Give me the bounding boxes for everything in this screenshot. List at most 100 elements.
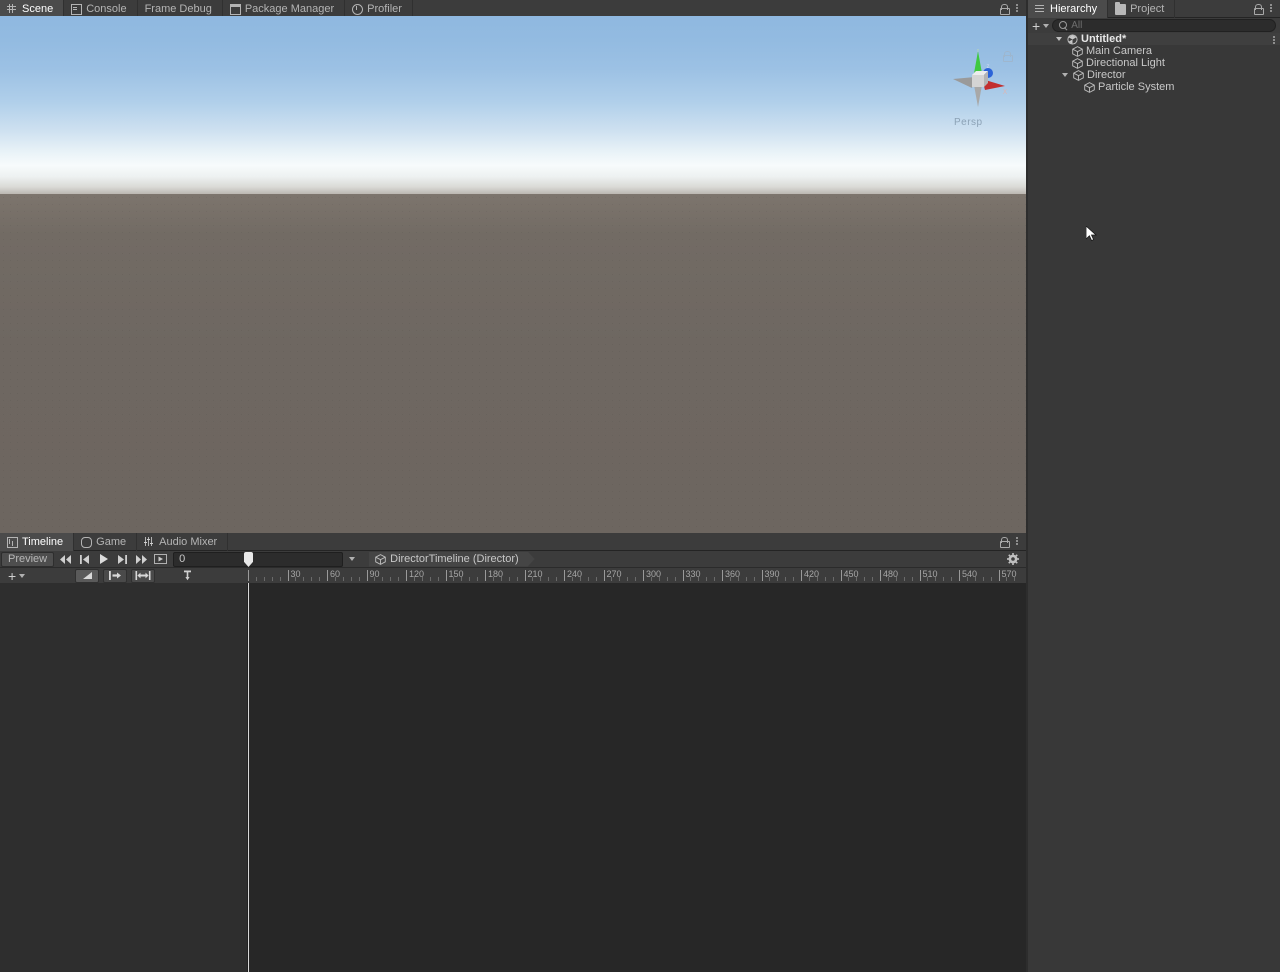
ruler-major-tick <box>959 570 960 581</box>
ruler-minor-tick <box>935 577 937 581</box>
hierarchy-search-field[interactable]: All <box>1052 19 1276 32</box>
ruler-minor-tick <box>864 577 866 581</box>
ruler-minor-tick <box>587 577 589 581</box>
hierarchy-row-director[interactable]: Director <box>1028 69 1280 81</box>
search-icon <box>1059 21 1068 30</box>
lock-icon[interactable] <box>1254 4 1264 15</box>
hierarchy-tree[interactable]: Untitled* Main Camera Directional Light <box>1028 33 1280 972</box>
hierarchy-row-label: Director <box>1087 69 1126 81</box>
go-to-start-button[interactable] <box>56 552 75 567</box>
create-object-label[interactable]: + <box>1032 19 1040 33</box>
package-icon <box>229 3 241 15</box>
ruler-minor-tick <box>785 577 787 581</box>
chevron-down-icon[interactable] <box>1043 23 1050 28</box>
ruler-minor-tick <box>903 577 905 581</box>
ripple-mode-button[interactable] <box>103 568 128 583</box>
ruler-minor-tick <box>848 577 850 581</box>
hierarchy-row-main-camera[interactable]: Main Camera <box>1028 45 1280 57</box>
ruler-minor-tick <box>492 577 494 581</box>
tab-game[interactable]: Game <box>74 533 138 551</box>
timeline-breadcrumb[interactable]: DirectorTimeline (Director) <box>369 552 535 567</box>
scene-viewport[interactable]: Y X z Persp <box>0 16 1026 533</box>
ruler-minor-tick <box>263 577 265 581</box>
tab-project[interactable]: Project <box>1108 0 1176 18</box>
tab-label: Scene <box>22 3 54 15</box>
frame-units-dropdown[interactable] <box>343 552 361 567</box>
mix-mode-button[interactable] <box>75 568 100 583</box>
timeline-track-area[interactable] <box>248 583 1026 972</box>
gizmo-lock-icon[interactable] <box>1003 51 1013 62</box>
ruler-minor-tick <box>627 577 629 581</box>
preview-button[interactable]: Preview <box>1 551 55 567</box>
play-button[interactable] <box>94 552 113 567</box>
kebab-menu-icon[interactable] <box>1270 3 1273 14</box>
expand-toggle[interactable] <box>1060 73 1070 77</box>
gameobject-icon <box>1073 69 1084 81</box>
tab-audio-mixer[interactable]: Audio Mixer <box>137 533 229 551</box>
timeline-body <box>0 583 1026 972</box>
ruler-minor-tick <box>540 577 542 581</box>
replace-mode-button[interactable] <box>131 568 156 583</box>
ruler-minor-tick <box>911 577 913 581</box>
timeline-track-headers[interactable] <box>0 583 248 972</box>
ruler-major-tick <box>998 570 1000 581</box>
tab-label: Console <box>86 3 127 15</box>
sky-gradient <box>0 16 1026 194</box>
ruler-major-tick <box>248 570 249 581</box>
ruler-minor-tick <box>927 577 929 581</box>
add-track-button[interactable]: + <box>0 568 33 584</box>
ruler-major-tick <box>880 570 881 581</box>
tab-timeline[interactable]: Timeline <box>0 533 75 551</box>
timeline-ruler[interactable]: 30 60 90 120 150 180 210 240 270 300 330 360 390 420 4… <box>248 568 1026 584</box>
playhead-line <box>248 583 249 972</box>
projection-mode-label[interactable]: Persp <box>954 117 983 128</box>
next-frame-button[interactable] <box>113 552 132 567</box>
ruler-major-tick <box>485 570 486 581</box>
timeline-tabbar-actions <box>1000 533 1026 550</box>
tab-hierarchy[interactable]: Hierarchy <box>1028 0 1109 18</box>
gamepad-icon <box>81 536 93 548</box>
ruler-minor-tick <box>461 577 463 581</box>
add-label: + <box>8 567 17 584</box>
ruler-minor-tick <box>856 577 858 581</box>
previous-frame-button[interactable] <box>75 552 94 567</box>
hierarchy-row-directional-light[interactable]: Directional Light <box>1028 57 1280 69</box>
kebab-menu-icon[interactable] <box>1016 3 1019 14</box>
scene-orientation-gizmo[interactable]: Y X z Persp <box>948 47 1013 128</box>
go-to-end-button[interactable] <box>132 552 151 567</box>
hierarchy-tab-bar: Hierarchy Project <box>1028 0 1280 18</box>
timeline-panel: Timeline Game Audio Mixer Preview 0 Dire… <box>0 533 1026 972</box>
svg-text:Y: Y <box>976 49 981 54</box>
kebab-menu-icon[interactable] <box>1273 35 1276 44</box>
hierarchy-search-placeholder: All <box>1071 20 1083 31</box>
ruler-minor-tick <box>421 577 423 581</box>
ruler-minor-tick <box>477 577 479 581</box>
ruler-minor-tick <box>453 577 455 581</box>
timeline-settings[interactable] <box>1007 553 1025 565</box>
ruler-minor-tick <box>872 577 874 581</box>
timeline-transport-bar: Preview 0 DirectorTimeline (Director) <box>0 551 1026 568</box>
ruler-minor-tick <box>319 577 321 581</box>
add-marker-button[interactable] <box>175 569 199 583</box>
ruler-major-tick <box>445 570 447 581</box>
kebab-menu-icon[interactable] <box>1016 536 1019 547</box>
ruler-minor-tick <box>887 577 889 581</box>
tab-label: Audio Mixer <box>159 536 218 548</box>
ruler-minor-tick <box>990 577 992 581</box>
timeline-edit-modes <box>75 568 199 583</box>
lock-icon[interactable] <box>1000 4 1010 15</box>
skip-to-start-icon <box>60 554 72 564</box>
current-frame-input[interactable]: 0 <box>173 551 344 567</box>
hierarchy-row-untitled[interactable]: Untitled* <box>1028 33 1280 45</box>
ruler-minor-tick <box>793 577 795 581</box>
play-range-button[interactable] <box>151 552 170 567</box>
ruler-minor-tick <box>745 577 747 581</box>
ruler-major-tick <box>722 570 723 581</box>
ruler-minor-tick <box>753 577 755 581</box>
lock-icon[interactable] <box>1000 537 1010 548</box>
ruler-minor-tick <box>413 577 415 581</box>
gameobject-icon <box>1072 45 1083 57</box>
hierarchy-row-label: Directional Light <box>1086 57 1165 69</box>
expand-toggle[interactable] <box>1054 37 1064 41</box>
hierarchy-row-particle-system[interactable]: Particle System <box>1028 81 1280 93</box>
